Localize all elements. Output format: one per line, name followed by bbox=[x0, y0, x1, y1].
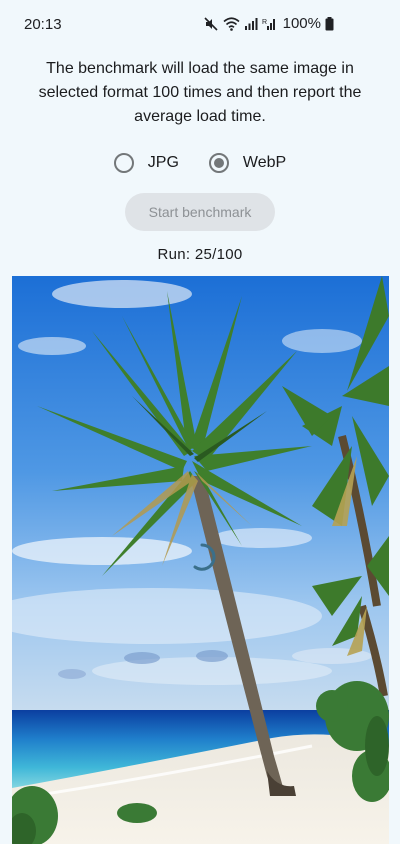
start-benchmark-button[interactable]: Start benchmark bbox=[125, 193, 275, 231]
format-option-jpg[interactable]: JPG bbox=[113, 153, 179, 173]
format-label-webp: WebP bbox=[242, 154, 287, 171]
radio-jpg-icon[interactable] bbox=[113, 153, 134, 173]
status-time: 20:13 bbox=[24, 16, 62, 33]
run-status: Run: 25/100 bbox=[157, 246, 243, 263]
mute-icon bbox=[203, 16, 219, 32]
signal-icon bbox=[244, 17, 258, 31]
loading-spinner-icon bbox=[187, 542, 217, 572]
status-bar: 20:13 R 100% bbox=[0, 0, 400, 50]
wifi-icon bbox=[223, 16, 240, 31]
radio-webp-icon[interactable] bbox=[208, 153, 229, 173]
battery-icon bbox=[325, 16, 334, 31]
format-label-jpg: JPG bbox=[147, 154, 179, 171]
svg-text:R: R bbox=[262, 19, 267, 26]
signal-r-icon: R bbox=[262, 17, 276, 31]
format-option-webp[interactable]: WebP bbox=[208, 153, 287, 173]
status-icons: R 100% bbox=[203, 15, 334, 32]
format-radio-group: JPG WebP bbox=[0, 153, 400, 173]
benchmark-description: The benchmark will load the same image i… bbox=[38, 60, 362, 125]
battery-percent: 100% bbox=[282, 15, 321, 32]
